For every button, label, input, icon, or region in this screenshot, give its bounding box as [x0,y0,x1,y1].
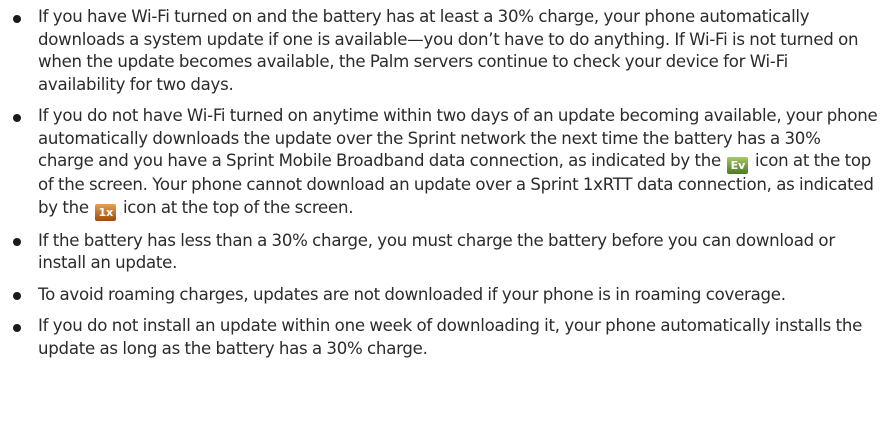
bullet-dot [13,292,21,300]
document-page: If you have Wi-Fi turned on and the batt… [0,0,882,446]
bullet-dot [13,113,21,122]
list-item: If you have Wi-Fi turned on and the batt… [13,6,878,96]
bullet-dot [13,14,21,23]
bullet-list: If you have Wi-Fi turned on and the batt… [13,6,878,369]
list-item-text: If the battery has less than a 30% charg… [38,230,835,273]
list-item-text: If you do not have Wi-Fi turned on anyti… [38,106,878,170]
list-item-text: If you do not install an update within o… [38,316,863,358]
list-item: If you do not install an update within o… [13,315,878,360]
1xrtt-network-icon: 1x [95,203,117,221]
list-item: If the battery has less than a 30% charg… [13,230,878,275]
list-item: To avoid roaming charges, updates are no… [13,284,878,307]
list-item: If you do not have Wi-Fi turned on anyti… [13,105,878,221]
evdo-network-icon: Ev [727,157,749,174]
list-item-text: If you have Wi-Fi turned on and the batt… [38,7,859,94]
bullet-dot [13,323,21,332]
list-item-text: To avoid roaming charges, updates are no… [38,284,786,304]
bullet-dot [13,238,21,246]
list-item-text: icon at the top of the screen. [122,197,354,217]
